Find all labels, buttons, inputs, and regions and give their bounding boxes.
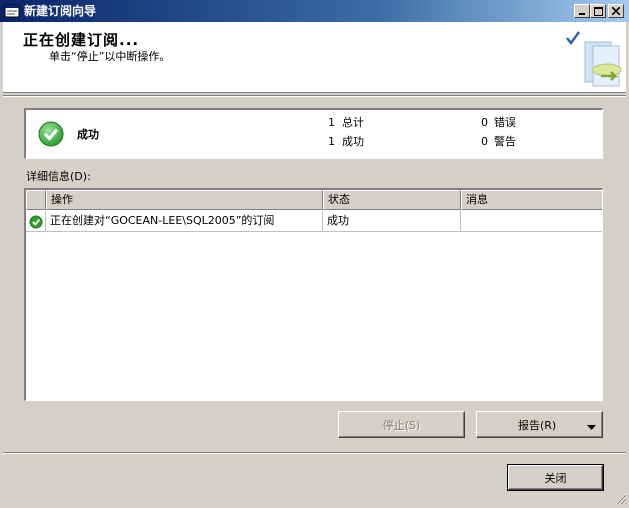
maximize-icon bbox=[593, 6, 603, 16]
column-header-action[interactable]: 操作 bbox=[46, 190, 323, 210]
row-message-cell bbox=[461, 211, 602, 232]
wizard-app-icon bbox=[4, 4, 20, 18]
maximize-button[interactable] bbox=[590, 4, 606, 18]
footer-separator bbox=[3, 452, 626, 454]
close-button[interactable]: 关闭 bbox=[507, 464, 604, 491]
summary-panel: 成功 1 总计 1 成功 0 错误 0 警告 bbox=[24, 108, 603, 159]
column-header-status[interactable]: 状态 bbox=[323, 190, 461, 210]
row-success-icon bbox=[29, 215, 43, 229]
warning-label: 警告 bbox=[494, 135, 516, 148]
minimize-button[interactable] bbox=[574, 4, 590, 18]
details-grid[interactable]: 操作 状态 消息 正在创建对“GOCEAN-LEE\SQL2005”的订阅 成功 bbox=[24, 188, 603, 401]
close-icon bbox=[612, 7, 620, 15]
close-window-button[interactable] bbox=[608, 4, 624, 18]
page-title: 正在创建订阅... bbox=[23, 31, 140, 49]
minimize-icon bbox=[579, 13, 585, 15]
error-count: 0 bbox=[481, 116, 488, 129]
report-button-label: 报告(R) bbox=[518, 418, 557, 432]
row-action-cell: 正在创建对“GOCEAN-LEE\SQL2005”的订阅 bbox=[46, 211, 323, 232]
report-button[interactable]: 报告(R) bbox=[476, 411, 603, 438]
row-status-cell bbox=[26, 211, 46, 232]
wizard-header: 正在创建订阅... 单击“停止”以中断操作。 bbox=[3, 22, 626, 93]
error-label: 错误 bbox=[494, 116, 516, 129]
summary-status: 成功 bbox=[77, 128, 99, 141]
wizard-banner-icon bbox=[563, 28, 625, 90]
stop-button[interactable]: 停止(S) bbox=[338, 411, 465, 438]
resize-grip-icon bbox=[615, 493, 627, 505]
total-count: 1 bbox=[328, 116, 335, 129]
header-separator bbox=[3, 95, 626, 97]
total-label: 总计 bbox=[342, 116, 364, 129]
warning-count: 0 bbox=[481, 135, 488, 148]
row-status-text: 成功 bbox=[323, 211, 461, 232]
success-count: 1 bbox=[328, 135, 335, 148]
page-subtitle: 单击“停止”以中断操作。 bbox=[49, 50, 171, 63]
grid-corner-header bbox=[26, 190, 46, 210]
dropdown-arrow-icon bbox=[587, 421, 596, 434]
column-header-message[interactable]: 消息 bbox=[461, 190, 602, 210]
details-label: 详细信息(D): bbox=[26, 170, 91, 183]
success-label: 成功 bbox=[342, 135, 364, 148]
window-title: 新建订阅向导 bbox=[24, 4, 97, 18]
title-bar[interactable]: 新建订阅向导 bbox=[0, 0, 629, 22]
success-check-icon bbox=[38, 121, 64, 147]
resize-grip[interactable] bbox=[614, 492, 627, 505]
